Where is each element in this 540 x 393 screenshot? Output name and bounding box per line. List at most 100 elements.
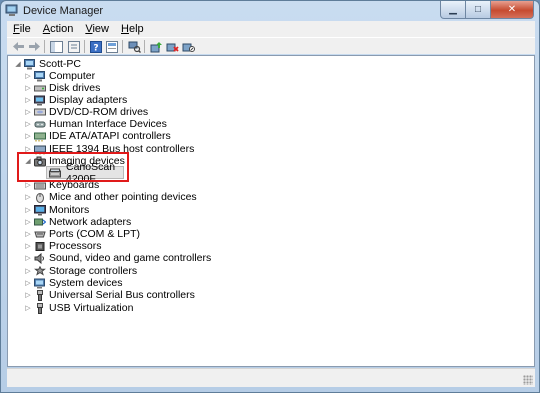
expand-arrow-icon[interactable]: ▷ — [24, 191, 32, 203]
display-adapter-icon — [34, 95, 46, 106]
expand-arrow-icon[interactable]: ▷ — [24, 130, 32, 142]
tree-node-universal-serial-bus-controllers[interactable]: ▷ Universal Serial Bus controllers — [24, 289, 195, 301]
close-icon: ✕ — [507, 4, 517, 15]
tree-node-monitors[interactable]: ▷ Monitors — [24, 204, 89, 216]
storage-controller-icon — [34, 265, 46, 277]
window-title: Device Manager — [23, 5, 104, 17]
update-driver-icon[interactable] — [149, 40, 163, 53]
tree-node-network-adapters[interactable]: ▷ Network adapters — [24, 216, 131, 228]
tree-root[interactable]: ◢ Scott-PC — [14, 58, 81, 70]
toolbar-separator — [122, 40, 123, 53]
tree-node-label: Disk drives — [49, 82, 101, 94]
expand-arrow-icon[interactable]: ▷ — [24, 106, 32, 118]
expand-arrow-icon[interactable]: ▷ — [24, 82, 32, 94]
tree-node-label: IDE ATA/ATAPI controllers — [49, 130, 171, 142]
tree-node-label: Network adapters — [49, 216, 132, 228]
tree-node-label: Mice and other pointing devices — [49, 191, 197, 203]
disable-device-icon[interactable] — [181, 40, 195, 53]
maximize-icon: □ — [474, 4, 482, 15]
sound-icon — [34, 252, 46, 264]
tree-node-label: Sound, video and game controllers — [49, 252, 212, 264]
toolbar: ? — [7, 37, 535, 54]
console-tree-icon[interactable] — [49, 40, 63, 53]
menu-file[interactable]: File — [7, 23, 37, 35]
monitor-icon — [34, 204, 46, 216]
usb-virtualization-icon — [34, 302, 46, 314]
minimize-icon: ▁ — [449, 4, 457, 15]
expand-arrow-icon[interactable]: ▷ — [24, 252, 32, 264]
tree-node-label: Ports (COM & LPT) — [49, 228, 141, 240]
properties-icon[interactable] — [67, 40, 81, 53]
toolbar-separator — [84, 40, 85, 53]
tree-node-ide-ata-atapi-controllers[interactable]: ▷ IDE ATA/ATAPI controllers — [24, 130, 171, 142]
network-adapter-icon — [34, 217, 46, 228]
back-arrow-icon[interactable] — [11, 40, 25, 53]
expand-arrow-icon[interactable]: ▷ — [24, 204, 32, 216]
tree-node-disk-drives[interactable]: ▷ Disk drives — [24, 82, 100, 94]
tree-node-label: Display adapters — [49, 94, 128, 106]
maximize-button[interactable]: □ — [466, 1, 491, 19]
tree-node-ports-com-lpt[interactable]: ▷ Ports (COM & LPT) — [24, 228, 140, 240]
tree-node-label: Universal Serial Bus controllers — [49, 289, 195, 301]
tree-node-label: DVD/CD-ROM drives — [49, 106, 149, 118]
hid-icon — [34, 119, 46, 130]
title-bar[interactable]: Device Manager ▁ □ ✕ — [1, 1, 539, 21]
disk-drive-icon — [34, 83, 46, 94]
mouse-icon — [34, 192, 46, 203]
tree-node-label: Monitors — [49, 204, 90, 216]
tree-node-label: USB Virtualization — [49, 302, 134, 314]
processor-icon — [34, 241, 46, 252]
status-bar — [7, 368, 535, 387]
expand-arrow-icon[interactable]: ▷ — [24, 216, 32, 228]
computer-icon — [24, 58, 36, 70]
tree-node-mice-and-other-pointing-devices[interactable]: ▷ Mice and other pointing devices — [24, 191, 197, 203]
expand-arrow-icon[interactable]: ▷ — [24, 228, 32, 240]
toolbar-separator — [44, 40, 45, 53]
tree-node-system-devices[interactable]: ▷ System devices — [24, 277, 123, 289]
computer-icon — [34, 70, 46, 82]
usb-controller-icon — [34, 289, 46, 301]
expand-arrow-icon[interactable]: ▷ — [24, 277, 32, 289]
toolbar-separator — [144, 40, 145, 53]
tree-node-dvd-cd-rom-drives[interactable]: ▷ DVD/CD-ROM drives — [24, 106, 148, 118]
tree-node-storage-controllers[interactable]: ▷ Storage controllers — [24, 265, 137, 277]
tree-node-usb-virtualization[interactable]: ▷ USB Virtualization — [24, 302, 133, 314]
tree-node-display-adapters[interactable]: ▷ Display adapters — [24, 94, 127, 106]
resize-grip[interactable] — [523, 375, 533, 385]
uninstall-icon[interactable] — [165, 40, 179, 53]
svg-text:?: ? — [93, 43, 98, 53]
port-icon — [34, 229, 46, 240]
expand-arrow-icon[interactable]: ▷ — [24, 302, 32, 314]
expand-arrow-icon[interactable]: ▷ — [24, 94, 32, 106]
close-button[interactable]: ✕ — [491, 1, 534, 19]
tree-node-processors[interactable]: ▷ Processors — [24, 240, 102, 252]
expand-arrow-icon[interactable]: ▷ — [24, 265, 32, 277]
imaging-devices-highlight — [17, 152, 129, 182]
expand-arrow-icon[interactable]: ▷ — [24, 118, 32, 130]
scan-hardware-icon[interactable] — [127, 40, 141, 53]
device-manager-icon — [5, 4, 19, 17]
dvd-drive-icon — [34, 107, 46, 118]
tree-node-human-interface-devices[interactable]: ▷ Human Interface Devices — [24, 118, 167, 130]
show-properties-icon[interactable] — [105, 40, 119, 53]
tree-node-label: System devices — [49, 277, 123, 289]
help-icon[interactable]: ? — [89, 40, 103, 53]
tree-node-sound-video-and-game-controllers[interactable]: ▷ Sound, video and game controllers — [24, 252, 211, 264]
forward-arrow-icon[interactable] — [27, 40, 41, 53]
ide-controller-icon — [34, 131, 46, 142]
tree-node-label: Processors — [49, 240, 102, 252]
minimize-button[interactable]: ▁ — [440, 1, 466, 19]
collapse-arrow-icon[interactable]: ◢ — [14, 58, 22, 70]
system-devices-icon — [34, 278, 46, 289]
menu-action[interactable]: Action — [37, 23, 80, 35]
tree-node-label: Human Interface Devices — [49, 118, 167, 130]
tree-node-computer[interactable]: ▷ Computer — [24, 70, 95, 82]
menu-bar: File Action View Help — [7, 21, 535, 37]
expand-arrow-icon[interactable]: ▷ — [24, 70, 32, 82]
menu-help[interactable]: Help — [115, 23, 150, 35]
tree-node-label: Computer — [49, 70, 96, 82]
tree-node-label: Storage controllers — [49, 265, 138, 277]
expand-arrow-icon[interactable]: ▷ — [24, 289, 32, 301]
expand-arrow-icon[interactable]: ▷ — [24, 240, 32, 252]
menu-view[interactable]: View — [79, 23, 115, 35]
